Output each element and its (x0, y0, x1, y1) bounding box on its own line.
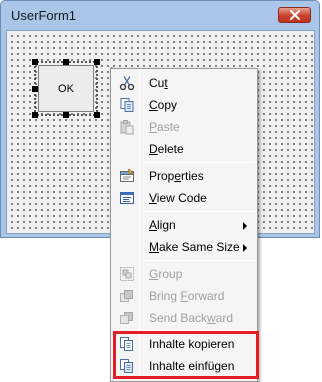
menu-separator (143, 211, 255, 212)
title-bar[interactable]: UserForm1 (1, 1, 319, 29)
selection-handle[interactable] (63, 112, 69, 118)
ok-button-label: OK (58, 82, 74, 95)
scissors-icon (119, 76, 135, 91)
menu-separator (143, 162, 255, 163)
selection-handle[interactable] (32, 86, 38, 92)
menu-separator (143, 260, 255, 261)
selection-handle[interactable] (32, 59, 38, 65)
close-button[interactable] (278, 7, 311, 23)
close-icon (290, 10, 300, 20)
menu-item-paste[interactable]: Paste (113, 116, 255, 138)
context-menu: Cut Copy Paste Delete Properties View Co… (110, 68, 258, 382)
paste-content-icon (120, 359, 133, 373)
menu-item-send-backward[interactable]: Send Backward (113, 307, 255, 329)
menu-item-inhalte-kopieren[interactable]: Inhalte kopieren (113, 333, 255, 355)
selection-handle[interactable] (94, 112, 100, 118)
selection-handle[interactable] (32, 112, 38, 118)
menu-item-make-same-size[interactable]: Make Same Size (113, 236, 255, 258)
selection-handle[interactable] (94, 59, 100, 65)
menu-item-copy[interactable]: Copy (113, 94, 255, 116)
submenu-arrow-icon (243, 222, 247, 230)
window-title: UserForm1 (11, 8, 77, 23)
copy-icon (120, 98, 134, 112)
selection-handle[interactable] (63, 59, 69, 65)
group-icon (120, 267, 134, 281)
menu-item-group[interactable]: Group (113, 263, 255, 285)
properties-icon (120, 168, 134, 182)
menu-item-delete[interactable]: Delete (113, 138, 255, 160)
menu-item-inhalte-einfuegen[interactable]: Inhalte einfügen (113, 355, 255, 377)
menu-separator (143, 330, 255, 331)
menu-item-align[interactable]: Align (113, 214, 255, 236)
menu-item-properties[interactable]: Properties (113, 165, 255, 187)
bring-forward-icon (120, 290, 133, 302)
paste-icon (120, 120, 134, 135)
ok-button[interactable]: OK (38, 65, 94, 112)
send-backward-icon (120, 312, 133, 324)
menu-item-cut[interactable]: Cut (113, 72, 255, 94)
menu-item-view-code[interactable]: View Code (113, 187, 255, 209)
view-code-icon (120, 192, 134, 204)
menu-item-bring-forward[interactable]: Bring Forward (113, 285, 255, 307)
copy-content-icon (120, 337, 133, 351)
submenu-arrow-icon (243, 244, 247, 252)
